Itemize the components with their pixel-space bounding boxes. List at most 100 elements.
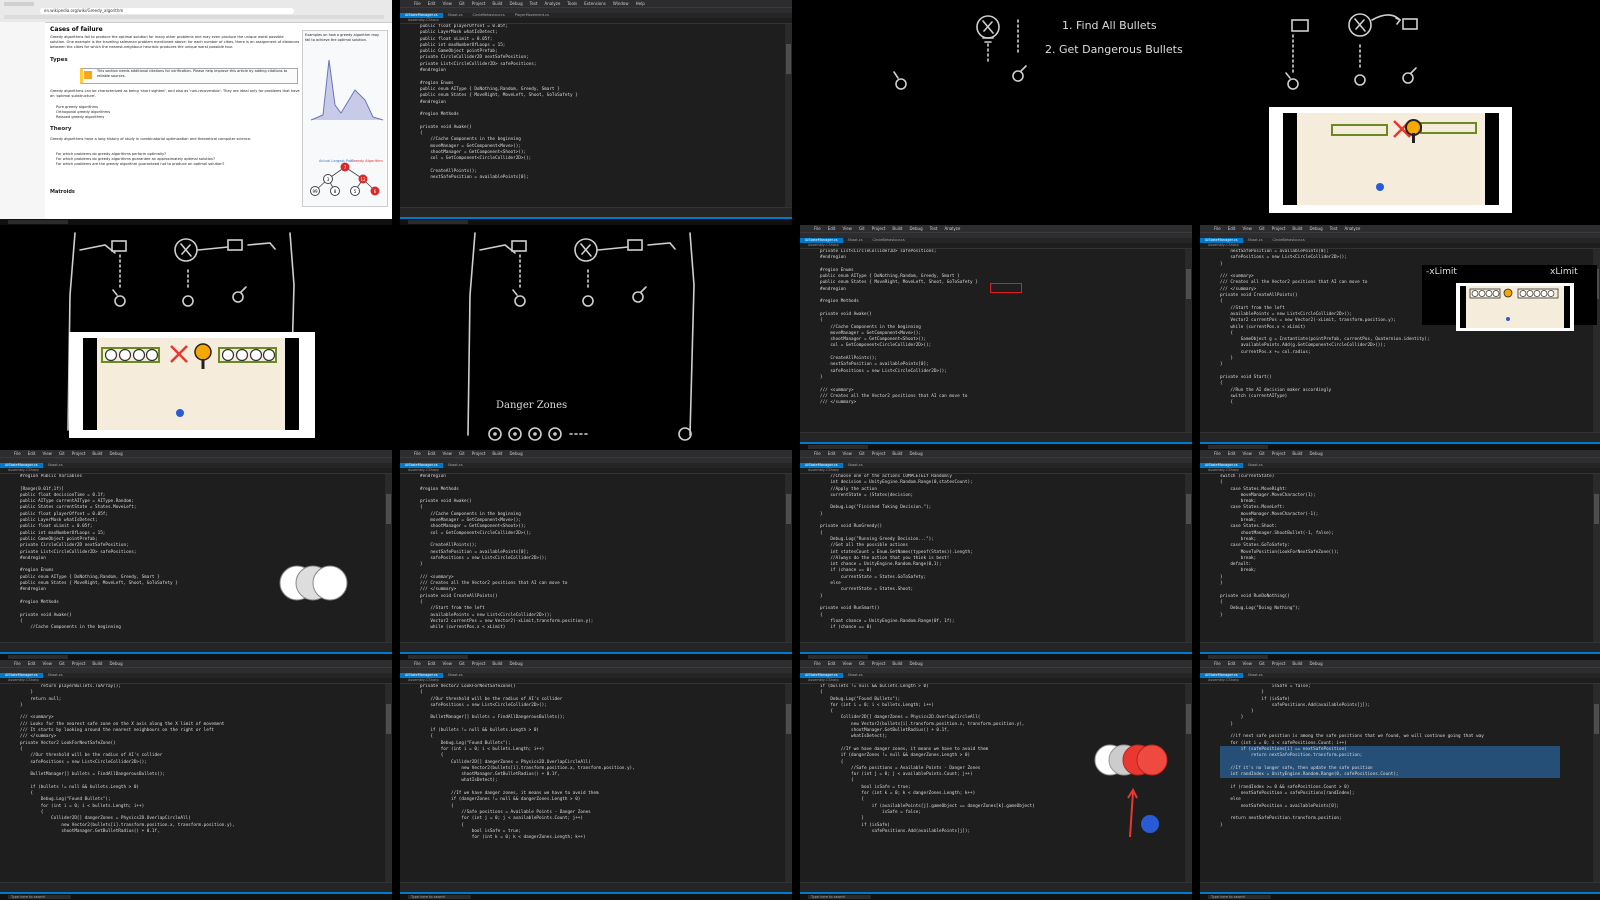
code-editor[interactable]: switch (currentState) { case States.Move…	[1220, 474, 1592, 643]
section-heading-theory: Theory	[50, 126, 72, 132]
code-editor[interactable]: //Choose one of the actions COMPLETELY R…	[820, 474, 1184, 643]
ide-error-list	[400, 882, 792, 892]
ide-panel-nextsafe: File Edit View Git Project Build Debug AIState…	[1200, 660, 1600, 900]
wikipedia-browser-panel: en.wikipedia.org/wiki/Greedy_algorithm C…	[0, 0, 392, 225]
theory-paragraph: Greedy algorithms have a long history of…	[50, 137, 252, 141]
types-paragraph: Greedy algorithms can be characterized a…	[50, 89, 300, 99]
taskbar-search[interactable]	[1208, 655, 1268, 659]
ide-error-list	[800, 882, 1192, 892]
ide-error-list	[800, 642, 1192, 652]
code-editor[interactable]: private List<CircleCollider2D> safePosit…	[820, 249, 1184, 433]
ide-panel-variables: File Edit View Git Project Build Debug AIState…	[0, 450, 392, 660]
ide-error-list	[1200, 882, 1600, 892]
taskbar-search[interactable]	[8, 655, 68, 659]
citation-notice: This section needs additional citations …	[80, 68, 298, 84]
editor-scrollbar[interactable]	[785, 474, 792, 643]
tree-node-0: 7	[344, 165, 347, 170]
ide-menu-bar[interactable]: File Edit View Git Project Build Debug	[0, 660, 392, 667]
wiki-sidebar	[0, 22, 45, 222]
editor-scrollbar[interactable]	[785, 684, 792, 883]
code-editor[interactable]: private Vector2 LookForNextSafeZone() { …	[420, 684, 784, 883]
ide-menu-bar[interactable]: File Edit View Git Project Build Debug Test Anal…	[800, 225, 1192, 232]
ide-panel-lookforsafe: File Edit View Git Project Build Debug AIState…	[0, 660, 392, 900]
ide-error-list	[0, 642, 392, 652]
code-editor[interactable]: isSafe = false; } if (isSafe) safePositi…	[1220, 684, 1592, 883]
taskbar-search[interactable]	[408, 220, 468, 224]
notice-icon	[84, 71, 92, 79]
ide-panel-2: File Edit View Git Project Build Debug Test Anal…	[400, 0, 792, 225]
ide-menu-bar[interactable]: File Edit View Git Project Build Debug	[400, 450, 792, 457]
safe-zone-left	[1331, 124, 1388, 136]
ide-menu-bar[interactable]: File Edit View Git Project Build Debug Test Anal…	[1200, 225, 1600, 232]
danger-zones-label: Danger Zones	[496, 400, 568, 411]
taskbar-search[interactable]: Type here to search	[808, 895, 871, 899]
ide-menu-bar[interactable]: File Edit View Git Project Build Debug	[0, 450, 392, 457]
neg-xlimit-label: -xLimit	[1426, 267, 1457, 277]
taskbar-search[interactable]	[808, 445, 868, 449]
code-editor[interactable]: public float playerOffset = 0.05f; publi…	[420, 24, 784, 208]
tree-node-3: 99	[312, 189, 318, 194]
browser-tab[interactable]	[4, 2, 34, 6]
tree-node-4: 8	[334, 189, 337, 194]
infobox-caption: Examples on how a greedy algorithm may f…	[305, 33, 380, 42]
ide-menu-bar[interactable]: File Edit View Git Project Build Debug	[800, 660, 1192, 667]
taskbar-search[interactable]	[808, 655, 868, 659]
taskbar-search[interactable]: Type here to search	[408, 895, 471, 899]
section-heading-matroids: Matroids	[50, 189, 75, 195]
overlapping-circles-illustration	[279, 565, 348, 601]
code-editor[interactable]: return playerBullets.ToArray(); } return…	[20, 684, 384, 883]
tree-node-1: 3	[327, 177, 330, 182]
gotosafety-highlight-box	[990, 283, 1022, 293]
code-editor[interactable]: #endregion #region Methods private void …	[420, 474, 784, 643]
browser-chrome: en.wikipedia.org/wiki/Greedy_algorithm	[0, 0, 392, 23]
editor-scrollbar[interactable]	[1593, 684, 1600, 883]
editor-scrollbar[interactable]	[785, 24, 792, 208]
greedy-peaks-graph	[310, 59, 384, 121]
editor-scrollbar[interactable]	[1185, 684, 1192, 883]
editor-scrollbar[interactable]	[1593, 474, 1600, 643]
ide-menu-bar[interactable]: File Edit View Git Project Build Debug	[800, 450, 1192, 457]
ide-menu-bar[interactable]: File Edit View Git Project Build Debug Test Anal…	[400, 0, 792, 7]
windows-taskbar: Type here to search	[1200, 894, 1600, 900]
ide-error-list	[0, 882, 392, 892]
editor-scrollbar[interactable]	[1185, 249, 1192, 433]
theory-item-2: For which problems are the greedy algori…	[56, 162, 225, 166]
wiki-infobox: Examples on how a greedy algorithm may f…	[302, 30, 388, 207]
editor-scrollbar[interactable]	[385, 474, 392, 643]
bookmarks-bar[interactable]	[4, 15, 384, 19]
editor-scrollbar[interactable]	[385, 684, 392, 883]
taskbar-search[interactable]	[8, 220, 68, 224]
editor-scrollbar[interactable]	[1185, 474, 1192, 643]
step-1-label: 1. Find All Bullets	[1062, 19, 1157, 32]
safe-zone-right	[1420, 122, 1477, 134]
ide-error-list	[400, 207, 792, 217]
taskbar-search[interactable]	[1208, 445, 1268, 449]
taskbar-search[interactable]	[408, 655, 468, 659]
ide-error-list	[1200, 432, 1600, 442]
player-ball	[1376, 183, 1384, 191]
section-heading-types: Types	[50, 57, 68, 63]
tree-node-2: 12	[360, 177, 366, 182]
ide-panel-switch: File Edit View Git Project Build Debug AIState…	[1200, 450, 1600, 660]
mini-game-board	[1456, 283, 1574, 331]
step-2-label: 2. Get Dangerous Bullets	[1045, 43, 1183, 56]
windows-taskbar: Type here to search	[400, 894, 792, 900]
ide-panel-dangerzones: File Edit View Git Project Build Debug AIState…	[400, 660, 792, 900]
browser-address-bar[interactable]: en.wikipedia.org/wiki/Greedy_algorithm	[40, 8, 294, 14]
whiteboard-middle: Danger Zones	[0, 225, 800, 450]
tree-node-5: 5	[354, 189, 357, 194]
ide-menu-bar[interactable]: File Edit View Git Project Build Debug	[1200, 450, 1600, 457]
ide-error-list	[1200, 642, 1600, 652]
ide-panel-awake: File Edit View Git Project Build Debug AIState…	[400, 450, 792, 660]
greedy-tree-diagram: 7 3 12 99 8 5 6	[310, 162, 380, 196]
xlimit-label: xLimit	[1550, 267, 1578, 277]
taskbar-search[interactable]: Type here to search	[8, 895, 71, 899]
taskbar-search[interactable]: Type here to search	[1208, 895, 1271, 899]
ide-menu-bar[interactable]: File Edit View Git Project Build Debug	[1200, 660, 1600, 667]
whiteboard-top: 1. Find All Bullets 2. Get Dangerous Bul…	[800, 0, 1600, 225]
available-points	[101, 343, 277, 417]
ai-bot-barrel	[1412, 133, 1415, 143]
mini-points	[1469, 288, 1559, 321]
ide-error-list	[400, 642, 792, 652]
ide-menu-bar[interactable]: File Edit View Git Project Build Debug	[400, 660, 792, 667]
